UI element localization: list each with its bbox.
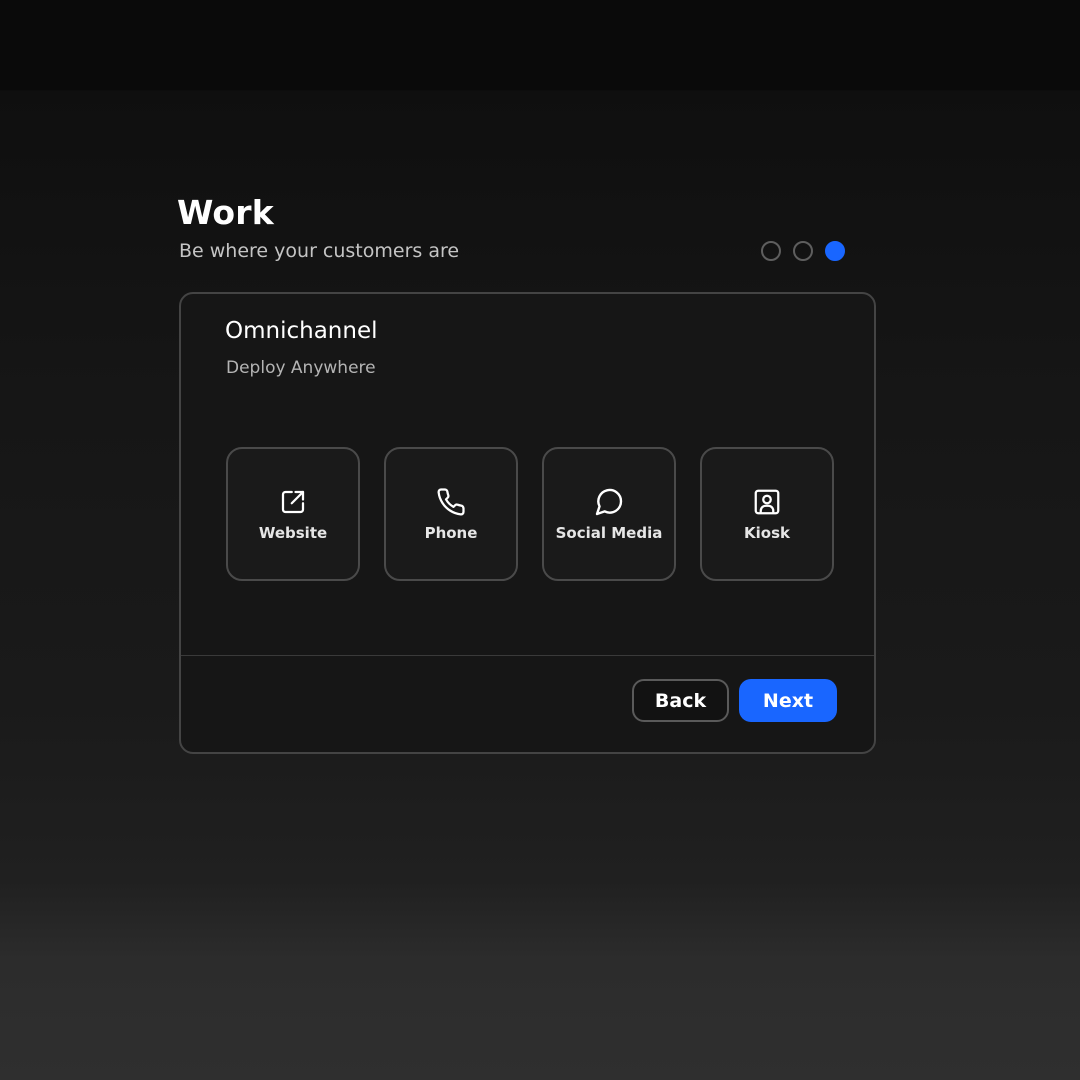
- channel-label-website: Website: [258, 524, 328, 542]
- step-dot-1[interactable]: [761, 241, 781, 261]
- channel-label-social-media: Social Media: [555, 524, 663, 542]
- step-dot-2[interactable]: [793, 241, 813, 261]
- step-dot-3-active[interactable]: [825, 241, 845, 261]
- card-title: Omnichannel: [225, 318, 378, 344]
- omnichannel-card: Omnichannel Deploy Anywhere Website Phon…: [179, 292, 876, 754]
- channel-tile-kiosk[interactable]: Kiosk: [700, 447, 834, 581]
- channel-tile-website[interactable]: Website: [226, 447, 360, 581]
- channel-tile-phone[interactable]: Phone: [384, 447, 518, 581]
- channel-label-kiosk: Kiosk: [744, 524, 790, 542]
- top-band: [0, 0, 1080, 90]
- step-indicator: [761, 241, 845, 261]
- page-title: Work: [177, 193, 274, 232]
- channel-label-phone: Phone: [424, 524, 478, 542]
- channel-tile-social-media[interactable]: Social Media: [542, 447, 676, 581]
- chat-bubble-icon: [593, 486, 625, 518]
- channel-list: Website Phone Social Media Kiosk: [226, 447, 834, 581]
- phone-icon: [435, 486, 467, 518]
- next-button[interactable]: Next: [739, 679, 837, 722]
- page-subtitle: Be where your customers are: [179, 240, 460, 262]
- card-subtitle: Deploy Anywhere: [226, 358, 376, 378]
- back-button[interactable]: Back: [632, 679, 729, 722]
- kiosk-user-icon: [751, 486, 783, 518]
- external-link-icon: [277, 486, 309, 518]
- card-divider: [181, 655, 874, 656]
